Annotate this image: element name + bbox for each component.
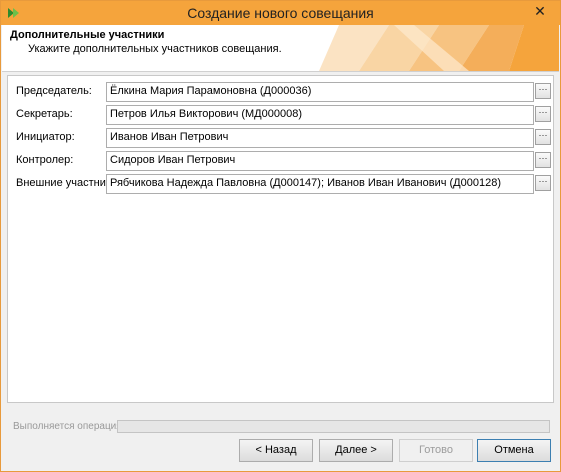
- external-participants-row: Внешние участники: Рябчикова Надежда Пав…: [8, 174, 553, 194]
- external-participants-field[interactable]: Рябчикова Надежда Павловна (Д000147); Ив…: [106, 174, 534, 194]
- step-subtitle: Укажите дополнительных участников совеща…: [28, 43, 282, 55]
- controller-label: Контролер:: [16, 154, 74, 166]
- operation-status-label: Выполняется операция: [13, 421, 122, 432]
- title-bar: Создание нового совещания ✕: [1, 1, 560, 25]
- step-title: Дополнительные участники: [10, 29, 165, 41]
- wizard-window: Создание нового совещания ✕ Дополнительн…: [0, 0, 561, 472]
- initiator-field[interactable]: Иванов Иван Петрович: [106, 128, 534, 148]
- chairman-label: Председатель:: [16, 85, 92, 97]
- next-button[interactable]: Далее >: [319, 439, 393, 462]
- operation-progress-bar: [117, 420, 550, 433]
- controller-row: Контролер: Сидоров Иван Петрович ···: [8, 151, 553, 171]
- participants-panel: Председатель: Ёлкина Мария Парамоновна (…: [7, 75, 554, 403]
- controller-field[interactable]: Сидоров Иван Петрович: [106, 151, 534, 171]
- secretary-label: Секретарь:: [16, 108, 73, 120]
- controller-value: Сидоров Иван Петрович: [110, 154, 236, 166]
- wizard-header: Дополнительные участники Укажите дополни…: [2, 25, 559, 72]
- header-decoration: [319, 25, 559, 71]
- secretary-value: Петров Илья Викторович (МД000008): [110, 108, 303, 120]
- window-title: Создание нового совещания: [187, 5, 374, 21]
- chairman-value: Ёлкина Мария Парамоновна (Д000036): [110, 85, 312, 97]
- initiator-label: Инициатор:: [16, 131, 75, 143]
- external-participants-label: Внешние участники:: [16, 177, 120, 189]
- external-participants-select-button[interactable]: ···: [535, 175, 551, 191]
- cancel-button[interactable]: Отмена: [477, 439, 551, 462]
- external-participants-value: Рябчикова Надежда Павловна (Д000147); Ив…: [110, 177, 501, 189]
- initiator-row: Инициатор: Иванов Иван Петрович ···: [8, 128, 553, 148]
- finish-button[interactable]: Готово: [399, 439, 473, 462]
- close-button[interactable]: ✕: [525, 1, 555, 21]
- initiator-value: Иванов Иван Петрович: [110, 131, 229, 143]
- chairman-select-button[interactable]: ···: [535, 83, 551, 99]
- initiator-select-button[interactable]: ···: [535, 129, 551, 145]
- chairman-field[interactable]: Ёлкина Мария Парамоновна (Д000036): [106, 82, 534, 102]
- secretary-select-button[interactable]: ···: [535, 106, 551, 122]
- controller-select-button[interactable]: ···: [535, 152, 551, 168]
- secretary-field[interactable]: Петров Илья Викторович (МД000008): [106, 105, 534, 125]
- chairman-row: Председатель: Ёлкина Мария Парамоновна (…: [8, 82, 553, 102]
- back-button[interactable]: < Назад: [239, 439, 313, 462]
- secretary-row: Секретарь: Петров Илья Викторович (МД000…: [8, 105, 553, 125]
